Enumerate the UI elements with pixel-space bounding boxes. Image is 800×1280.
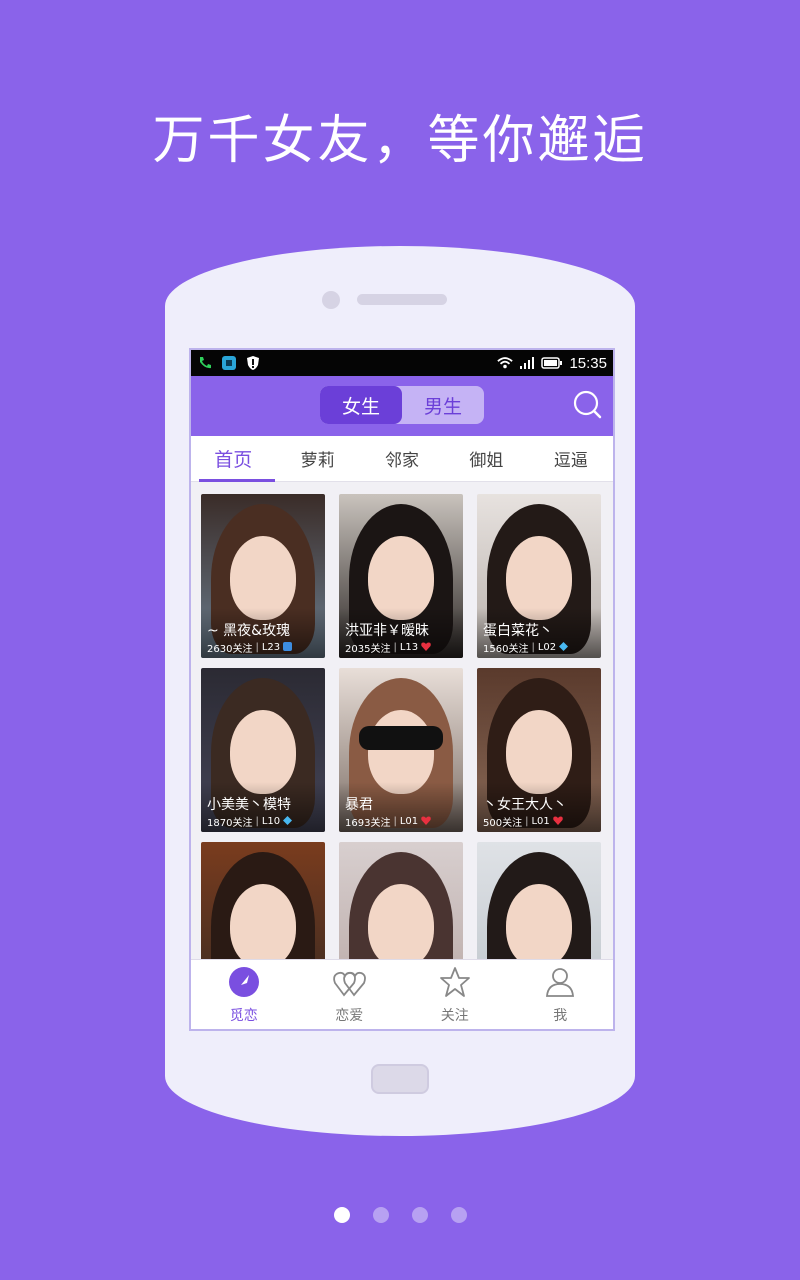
shield-icon: [245, 355, 261, 371]
hearts-icon: [332, 965, 367, 1003]
category-tabs: 首页 萝莉 邻家 御姐 逗逼: [191, 436, 613, 482]
nav-love[interactable]: 恋爱: [297, 960, 403, 1029]
level-label: L13: [399, 642, 419, 653]
follower-count: 500关注: [483, 818, 523, 829]
tab-loli[interactable]: 萝莉: [275, 436, 359, 481]
tab-neighbor[interactable]: 邻家: [360, 436, 444, 481]
vip-icon: [283, 641, 293, 654]
profile-name: 丶女王大人丶: [483, 797, 567, 813]
signal-icon: [519, 355, 535, 371]
profile-name: ~ 黑夜&玫瑰: [207, 623, 291, 639]
profile-card[interactable]: 小美美丶模特 1870关注 | L10: [201, 668, 325, 832]
nav-follow[interactable]: 关注: [402, 960, 508, 1029]
follower-count: 2035关注: [345, 644, 391, 655]
nav-label: 觅恋: [229, 1007, 258, 1024]
page-dot[interactable]: [450, 1207, 467, 1223]
nav-label: 我: [553, 1007, 568, 1024]
nav-me[interactable]: 我: [508, 960, 614, 1029]
heart-icon: [421, 642, 431, 654]
profile-grid: ~ 黑夜&玫瑰 2630关注|L23 洪亚非￥暧昧 2035关注|L13: [201, 494, 605, 1006]
heart-icon: [421, 816, 431, 828]
level-label: L01: [399, 816, 419, 827]
level-label: L10: [261, 816, 281, 827]
front-camera: [322, 291, 340, 309]
profile-card[interactable]: 暴君 1693关注 | L01: [339, 668, 463, 832]
page-dot[interactable]: [333, 1207, 350, 1223]
heart-icon: [553, 816, 563, 828]
segment-female[interactable]: 女生: [320, 386, 402, 424]
profile-name: 洪亚非￥暧昧: [345, 623, 429, 639]
profile-name: 蛋白菜花丶: [483, 623, 553, 639]
level-label: L01: [531, 816, 550, 827]
gender-segment: 女生 男生: [320, 386, 484, 424]
status-bar: 15:35: [191, 350, 613, 376]
headline: 万千女友，等你邂逅: [152, 111, 648, 171]
tab-home[interactable]: 首页: [191, 436, 276, 482]
nav-label: 关注: [440, 1007, 469, 1024]
page-dot[interactable]: [372, 1207, 389, 1223]
diamond-icon: [559, 641, 569, 654]
follower-count: 1693关注: [345, 818, 391, 829]
status-time: 15:35: [569, 354, 607, 372]
phone-mockup: 15:35 女生 男生 首页 萝莉 邻家 御姐 逗逼 ~ 黑夜&玫瑰 2630关…: [165, 246, 635, 1136]
earpiece-speaker: [357, 294, 447, 305]
page-indicator: [0, 1207, 800, 1223]
diamond-icon: [283, 815, 293, 828]
segment-male[interactable]: 男生: [402, 386, 484, 424]
follower-count: 1870关注: [207, 818, 253, 829]
star-icon: [438, 965, 472, 1003]
app-header: 女生 男生: [191, 376, 613, 436]
profile-card[interactable]: 洪亚非￥暧昧 2035关注 | L13: [339, 494, 463, 658]
call-icon: [197, 355, 213, 371]
phone-screen: 15:35 女生 男生 首页 萝莉 邻家 御姐 逗逼 ~ 黑夜&玫瑰 2630关…: [189, 348, 615, 1031]
battery-icon: [541, 355, 563, 371]
search-icon[interactable]: [573, 390, 603, 420]
profile-name: 小美美丶模特: [207, 797, 291, 813]
profile-card[interactable]: ~ 黑夜&玫瑰 2630关注 | L23: [201, 494, 325, 658]
page-dot[interactable]: [411, 1207, 428, 1223]
app-icon: [221, 355, 237, 371]
person-icon: [543, 965, 577, 1003]
follower-count: 1560关注: [483, 644, 529, 655]
level-label: L23: [261, 642, 281, 653]
sunglasses: [359, 726, 443, 750]
profile-name: 暴君: [345, 797, 373, 813]
profile-card[interactable]: 蛋白菜花丶 1560关注 | L02: [477, 494, 601, 658]
tab-funny[interactable]: 逗逼: [529, 436, 613, 481]
follower-count: 2630关注: [207, 644, 253, 655]
nav-discover[interactable]: 觅恋: [191, 960, 297, 1029]
bottom-navigation: 觅恋 恋爱 关注 我: [191, 959, 613, 1029]
compass-icon: [227, 965, 261, 1003]
level-label: L02: [537, 642, 557, 653]
wifi-icon: [497, 355, 514, 371]
nav-label: 恋爱: [335, 1007, 364, 1024]
home-button: [371, 1064, 429, 1094]
tab-mature[interactable]: 御姐: [444, 436, 528, 481]
profile-card[interactable]: 丶女王大人丶 500关注 | L01: [477, 668, 601, 832]
